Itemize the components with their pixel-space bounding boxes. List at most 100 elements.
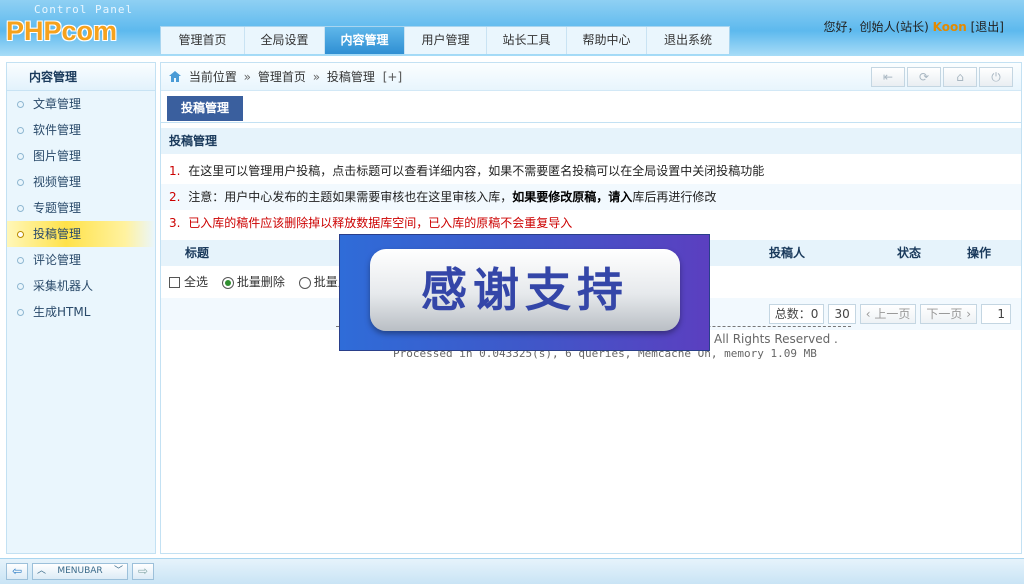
banner-plate: 感谢支持 [370,249,680,331]
sidebar-item-label: 生成HTML [33,305,91,319]
logo: PHPcom [6,16,118,46]
sidebar-item-label: 软件管理 [33,123,82,137]
add-link[interactable]: [+] [383,70,402,84]
note-number: 1. [169,164,181,178]
sidebar-item-software[interactable]: 软件管理 [7,117,155,143]
select-all-label: 全选 [184,275,209,289]
toolbar: ⇤ ⟳ ⌂ ⏻ [871,67,1013,87]
breadcrumb-current[interactable]: 投稿管理 [327,70,375,84]
prev-page-label: 上一页 [874,307,911,321]
note-text-end: 库后再进行修改 [632,190,717,204]
sidebar-item-submissions[interactable]: 投稿管理 [7,221,155,247]
bullet-icon [17,205,24,212]
prev-page-button[interactable]: ‹ 上一页 [859,304,917,324]
sidebar-item-label: 视频管理 [33,175,82,189]
batch-delete-radio[interactable] [221,276,234,289]
total-count: 总数：0 [768,304,825,324]
bullet-icon [17,179,24,186]
column-title: 标题 [185,246,210,260]
power-icon[interactable]: ⏻ [979,67,1013,87]
arrow-right-icon[interactable]: ⇨ [132,563,154,580]
breadcrumb-separator: » [243,70,252,84]
note-number: 3. [169,216,181,230]
sidebar-item-generate-html[interactable]: 生成HTML [7,299,155,325]
sidebar-item-videos[interactable]: 视频管理 [7,169,155,195]
sidebar-item-label: 评论管理 [33,253,82,267]
note-text: 已入库的稿件应该删除掉以释放数据库空间，已入库的原稿不会重复导入 [188,216,573,230]
sidebar-item-label: 采集机器人 [33,279,94,293]
notes: 1. 在这里可以管理用户投稿，点击标题可以查看详细内容，如果不需要匿名投稿可以在… [161,154,1021,236]
header: Control Panel PHPcom 管理首页 全局设置 内容管理 用户管理… [0,0,1024,56]
column-status: 状态 [897,246,922,260]
bullet-icon [17,231,24,238]
tab-submissions[interactable]: 投稿管理 [167,96,244,121]
sidebar-item-images[interactable]: 图片管理 [7,143,155,169]
menubar-toggle[interactable]: ︿ MENUBAR ﹀ [32,563,128,580]
username[interactable]: Koon [933,20,967,34]
bullet-icon [17,257,24,264]
breadcrumb: 当前位置 » 管理首页 » 投稿管理 [+] ⇤ ⟳ ⌂ ⏻ [161,63,1021,91]
sidebar-item-articles[interactable]: 文章管理 [7,91,155,117]
sidebar-item-label: 专题管理 [33,201,82,215]
bullet-icon [17,153,24,160]
note-text: 注意：用户中心发布的主题如果需要审核也在这里审核入库， [188,190,513,204]
user-info: 您好，创始人(站长) Koon [退出] [823,18,1004,35]
logout-link[interactable]: [退出] [971,20,1004,34]
sidebar-title: 内容管理 [7,63,155,91]
breadcrumb-home-link[interactable]: 管理首页 [258,70,306,84]
refresh-icon[interactable]: ⟳ [907,67,941,87]
bullet-icon [17,127,24,134]
nav-tab-logout[interactable]: 退出系统 [647,27,729,54]
sidebar-item-label: 文章管理 [33,97,82,111]
breadcrumb-separator: » [312,70,321,84]
nav-tab-admin-home[interactable]: 管理首页 [161,27,245,54]
note-2: 2. 注意：用户中心发布的主题如果需要审核也在这里审核入库，如果要修改原稿，请入… [161,184,1021,210]
chevron-down-icon: ﹀ [113,566,123,576]
thanks-banner: 感谢支持 [339,234,710,351]
nav-tab-webmaster-tools[interactable]: 站长工具 [487,27,567,54]
bottom-bar: ⇦ ︿ MENUBAR ﹀ ⇨ [0,558,1024,584]
nav-tab-help[interactable]: 帮助中心 [567,27,647,54]
top-nav: 管理首页 全局设置 内容管理 用户管理 站长工具 帮助中心 退出系统 [160,26,730,54]
banner-text: 感谢支持 [421,263,629,317]
page-number-input[interactable]: 1 [981,304,1011,324]
select-all-checkbox[interactable] [169,277,180,288]
column-author: 投稿人 [769,246,806,260]
back-icon[interactable]: ⇤ [871,67,905,87]
greeting: 您好，创始人(站长) [823,20,929,34]
nav-tab-users[interactable]: 用户管理 [405,27,487,54]
home-icon [169,71,181,82]
sidebar-item-crawler[interactable]: 采集机器人 [7,273,155,299]
note-emphasis: 如果要修改原稿，请入 [512,190,633,204]
per-page-input[interactable]: 30 [828,304,856,324]
menubar-label: MENUBAR [57,566,103,576]
section-title: 投稿管理 [161,128,1021,154]
note-1: 1. 在这里可以管理用户投稿，点击标题可以查看详细内容，如果不需要匿名投稿可以在… [161,158,1021,184]
nav-tab-global-settings[interactable]: 全局设置 [245,27,325,54]
next-page-button[interactable]: 下一页 › [920,304,977,324]
batch-delete-label: 批量删除 [236,275,285,289]
chevron-right-icon: › [962,307,971,321]
footer-rights: All Rights Reserved . [714,332,838,346]
column-action: 操作 [967,246,992,260]
breadcrumb-prefix: 当前位置 [188,70,237,84]
logo-subtitle: Control Panel [34,3,134,16]
sidebar: 内容管理 文章管理 软件管理 图片管理 视频管理 专题管理 投稿管理 评论管理 … [6,62,156,554]
next-page-label: 下一页 [926,307,963,321]
bullet-icon [17,283,24,290]
arrow-left-icon[interactable]: ⇦ [6,563,28,580]
sidebar-item-comments[interactable]: 评论管理 [7,247,155,273]
batch-import-radio[interactable] [298,276,311,289]
pager: 总数：0 30 ‹ 上一页 下一页 › 1 [768,304,1011,324]
sidebar-item-label: 投稿管理 [33,227,82,241]
bullet-icon [17,309,24,316]
sidebar-item-topics[interactable]: 专题管理 [7,195,155,221]
note-3: 3. 已入库的稿件应该删除掉以释放数据库空间，已入库的原稿不会重复导入 [161,210,1021,236]
note-number: 2. [169,190,181,204]
sub-tabs: 投稿管理 [161,91,1021,123]
home-button-icon[interactable]: ⌂ [943,67,977,87]
note-text: 在这里可以管理用户投稿，点击标题可以查看详细内容，如果不需要匿名投稿可以在全局设… [188,164,765,178]
bullet-icon [17,101,24,108]
nav-tab-content[interactable]: 内容管理 [325,27,405,54]
sidebar-item-label: 图片管理 [33,149,82,163]
